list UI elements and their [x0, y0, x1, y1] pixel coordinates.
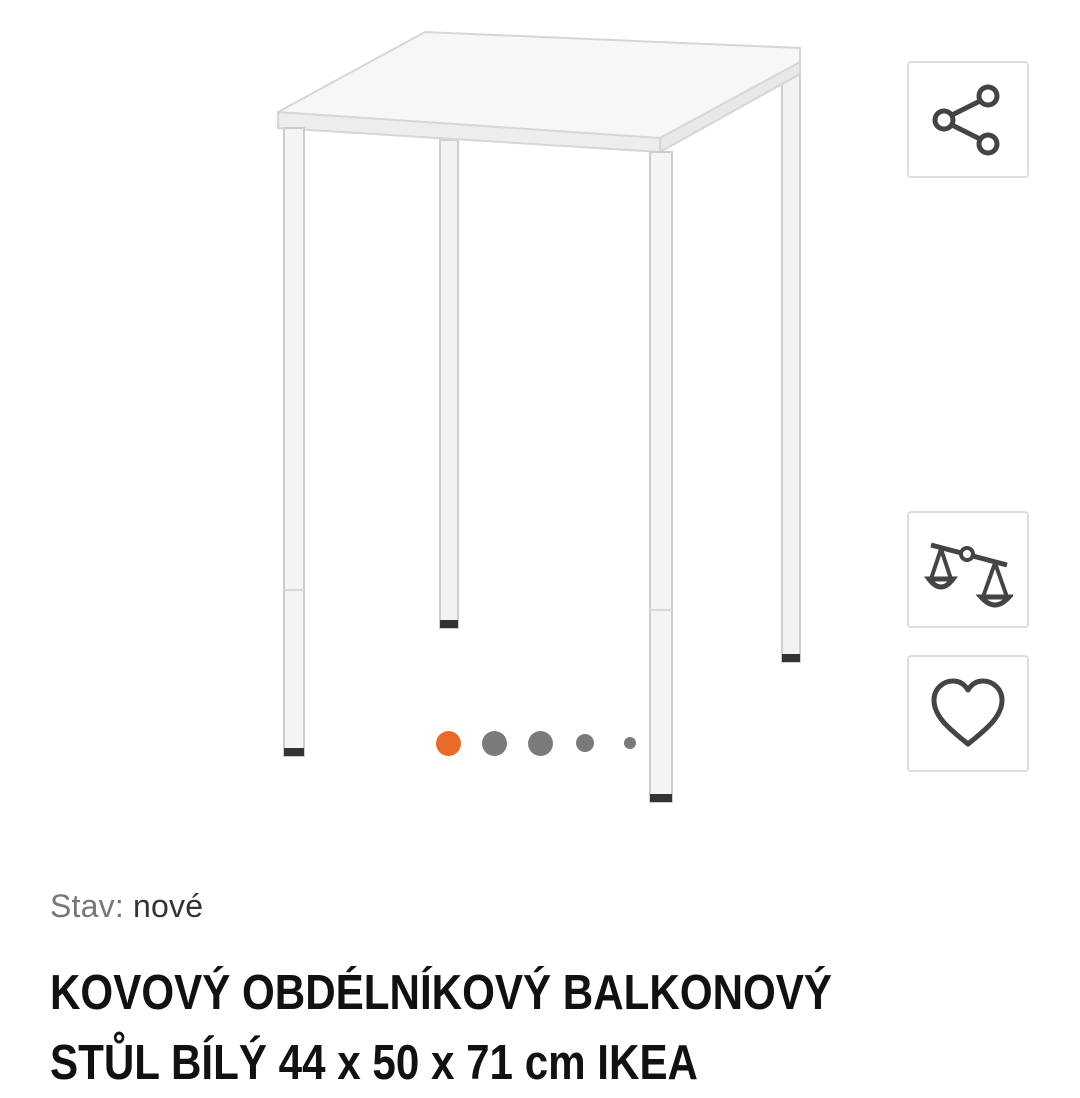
- product-image[interactable]: [230, 20, 850, 820]
- compare-button[interactable]: [907, 511, 1029, 628]
- carousel-dot-5[interactable]: [624, 737, 636, 749]
- carousel-dot-1[interactable]: [436, 731, 461, 756]
- favorite-button[interactable]: [907, 655, 1029, 772]
- scales-icon: [923, 542, 1013, 607]
- share-icon: [932, 84, 1000, 155]
- carousel-dot-4[interactable]: [576, 734, 594, 752]
- condition-label: Stav:: [50, 888, 124, 924]
- heart-icon: [931, 678, 1005, 746]
- carousel-dot-3[interactable]: [528, 731, 553, 756]
- product-title: KOVOVÝ OBDÉLNÍKOVÝ BALKONOVÝ STŮL BÍLÝ 4…: [50, 958, 910, 1098]
- condition-value: nové: [133, 888, 204, 924]
- product-condition: Stav: nové: [50, 888, 203, 925]
- share-button[interactable]: [907, 61, 1029, 178]
- carousel-indicators[interactable]: [436, 716, 666, 766]
- carousel-dot-2[interactable]: [482, 731, 507, 756]
- product-gallery[interactable]: [0, 0, 1080, 860]
- product-title-line-1: KOVOVÝ OBDÉLNÍKOVÝ BALKONOVÝ: [50, 966, 833, 1020]
